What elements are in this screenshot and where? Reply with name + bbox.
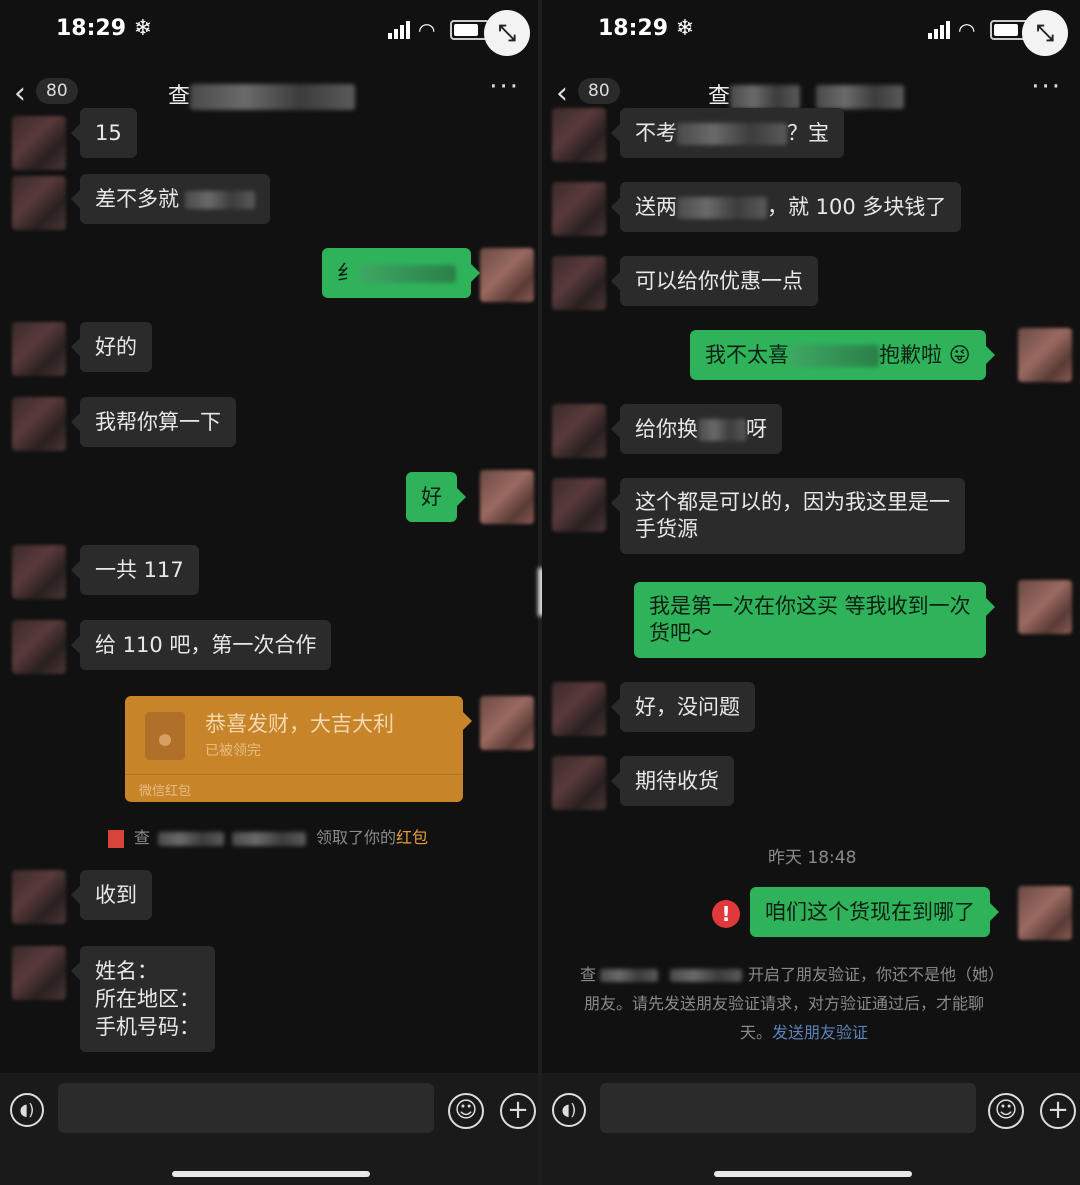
message-in[interactable]: 这个都是可以的，因为我这里是一 手货源 [611, 478, 965, 554]
red-packet-small-icon [108, 829, 124, 848]
expand-icon[interactable]: ⤡ [484, 10, 530, 56]
input-bar: ◖) ☺ + [542, 1073, 1080, 1185]
avatar[interactable] [552, 756, 606, 810]
input-bar: ◖) ☺ + [0, 1073, 538, 1185]
message-in[interactable]: 送两 ，就 100 多块钱了 [610, 182, 962, 232]
avatar[interactable] [12, 116, 66, 170]
send-friend-verification-link[interactable]: 发送朋友验证 [772, 1023, 868, 1042]
message-in[interactable]: 一共 117 [71, 545, 199, 595]
avatar-self[interactable] [480, 248, 534, 302]
status-icons: ◠ [388, 20, 490, 40]
expand-icon[interactable]: ⤡ [1022, 10, 1068, 56]
message-in[interactable]: 姓名： 所在地区： 手机号码： [71, 946, 215, 1052]
message-in[interactable]: 我帮你算一下 [71, 397, 236, 447]
home-indicator [172, 1171, 370, 1177]
message-in[interactable]: 可以给你优惠一点 [611, 256, 818, 306]
plus-icon[interactable]: + [1040, 1093, 1076, 1129]
voice-icon[interactable]: ◖) [10, 1093, 44, 1127]
message-in[interactable]: 收到 [71, 870, 152, 920]
avatar-self[interactable] [1018, 886, 1072, 940]
message-out[interactable]: 好 [406, 472, 466, 522]
wifi-icon: ◠ [418, 18, 436, 42]
avatar[interactable] [552, 108, 606, 162]
avatar[interactable] [552, 478, 606, 532]
status-time: 18:29 ❄ [598, 16, 695, 41]
avatar[interactable] [12, 322, 66, 376]
message-in[interactable]: 差不多就 [71, 174, 270, 224]
message-in[interactable]: 好的 [71, 322, 152, 372]
avatar[interactable] [12, 545, 66, 599]
message-out[interactable]: 纟 [322, 248, 480, 298]
status-icons: ◠ [928, 20, 1030, 40]
message-in[interactable]: 给你换呀 [611, 404, 782, 454]
system-notice: 查开启了朋友验证，你还不是他（她） 朋友。请先发送朋友验证请求，对方验证通过后，… [580, 965, 1005, 1042]
chat-title: 查 [168, 78, 356, 110]
avatar-self[interactable] [480, 470, 534, 524]
red-packet-icon [145, 712, 185, 760]
red-packet-title: 恭喜发财，大吉大利 [205, 712, 394, 736]
chevron-left-icon[interactable]: ‹ [556, 76, 568, 111]
emoji-icon[interactable]: ☺ [988, 1093, 1024, 1129]
red-packet-receipt: 查领取了你的红包 [108, 824, 428, 848]
red-packet[interactable]: 恭喜发财，大吉大利 已被领完 微信红包 [125, 696, 472, 802]
unread-badge: 80 [36, 78, 78, 104]
more-icon[interactable]: ··· [1031, 72, 1062, 102]
right-chat-screen: 18:29 ❄ ◠ ⤡ ‹ 80 查 ··· 不考 ？宝 送两 ，就 100 多块钱… [542, 0, 1080, 1185]
wifi-icon: ◠ [958, 18, 976, 42]
chat-title: 查 [708, 78, 905, 110]
status-time: 18:29 ❄ [56, 16, 153, 41]
message-in[interactable]: 15 [71, 108, 137, 158]
avatar[interactable] [12, 176, 66, 230]
message-out[interactable]: 我不太喜 抱歉啦 😜 [690, 330, 995, 380]
plus-icon[interactable]: + [500, 1093, 536, 1129]
more-icon[interactable]: ··· [489, 72, 520, 102]
message-out[interactable]: 我是第一次在你这买 等我收到一次 货吧～ [634, 582, 995, 658]
avatar-self[interactable] [1018, 328, 1072, 382]
message-input[interactable] [600, 1083, 976, 1133]
message-out[interactable]: 咱们这个货现在到哪了 [750, 887, 999, 937]
avatar[interactable] [552, 682, 606, 736]
signal-icon [928, 21, 950, 39]
message-input[interactable] [58, 1083, 434, 1133]
red-packet-status: 已被领完 [205, 743, 261, 759]
message-in[interactable]: 好，没问题 [611, 682, 755, 732]
emoji-icon[interactable]: ☺ [448, 1093, 484, 1129]
unread-badge: 80 [578, 78, 620, 104]
avatar[interactable] [12, 620, 66, 674]
chat-header: ‹ 80 查 ··· [0, 70, 538, 114]
home-indicator [714, 1171, 912, 1177]
chevron-left-icon[interactable]: ‹ [14, 76, 26, 111]
avatar-self[interactable] [1018, 580, 1072, 634]
avatar[interactable] [12, 870, 66, 924]
voice-icon[interactable]: ◖) [552, 1093, 586, 1127]
left-chat-screen: 18:29 ❄ ◠ ⤡ ‹ 80 查 ··· 15 差不多就 纟 好的 我帮你算… [0, 0, 538, 1185]
avatar[interactable] [12, 946, 66, 1000]
signal-icon [388, 21, 410, 39]
avatar[interactable] [12, 397, 66, 451]
message-in[interactable]: 不考 ？宝 [611, 108, 844, 158]
avatar[interactable] [552, 182, 606, 236]
avatar[interactable] [552, 256, 606, 310]
error-icon[interactable]: ! [712, 900, 740, 928]
avatar-self[interactable] [480, 696, 534, 750]
message-in[interactable]: 给 110 吧，第一次合作 [70, 620, 332, 670]
message-in[interactable]: 期待收货 [611, 756, 734, 806]
red-packet-footer: 微信红包 [139, 784, 192, 799]
timestamp: 昨天 18:48 [768, 848, 857, 868]
avatar[interactable] [552, 404, 606, 458]
